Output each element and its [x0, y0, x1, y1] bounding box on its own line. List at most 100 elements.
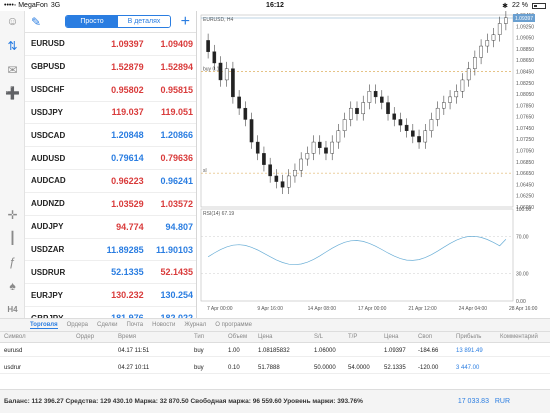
trade-row[interactable]: eurusd 04.17 11:51 buy 1.00 1.08185832 1.0600…: [0, 345, 550, 357]
details-view-button[interactable]: В деталях: [118, 16, 170, 27]
trade-cell-profit: 13 891.49: [456, 347, 483, 354]
quote-symbol: USDZAR: [31, 245, 65, 255]
candle-body: [404, 124, 409, 131]
quote-symbol: AUDUSD: [31, 153, 66, 163]
quote-bid: 1.03529: [111, 198, 144, 209]
quote-row[interactable]: EURJPY 130.232 130.254: [25, 284, 196, 308]
quote-bid: 0.96223: [111, 175, 144, 186]
candle-body: [330, 141, 334, 154]
candle-body: [355, 107, 359, 115]
rsi-label: RSI(14) 67.19: [203, 211, 234, 217]
price-tick-label: 1.06450: [516, 182, 534, 188]
balance-bar: Баланс: 112 396.27 Средства: 129 430.10 …: [0, 389, 550, 413]
column-header[interactable]: Тип: [194, 332, 204, 342]
quote-bid: 0.79614: [111, 153, 144, 164]
quotes-icon[interactable]: ⇅: [5, 39, 20, 54]
simple-view-button[interactable]: Просто: [66, 16, 118, 27]
candle-body: [473, 57, 477, 69]
crosshair-icon[interactable]: ✛: [5, 208, 20, 223]
quote-row[interactable]: USDRUR 52.1335 52.1435: [25, 261, 196, 285]
tab-6[interactable]: Журнал: [184, 322, 206, 328]
price-tick-label: 1.09050: [516, 36, 534, 42]
quote-row[interactable]: USDJPY 119.037 119.051: [25, 102, 196, 125]
column-header[interactable]: Цена: [384, 332, 398, 342]
tab-4[interactable]: Почта: [126, 322, 143, 328]
candle-body: [286, 175, 291, 188]
candle-body: [299, 158, 303, 171]
quote-row[interactable]: AUDJPY 94.774 94.807: [25, 216, 196, 239]
column-header[interactable]: Своп: [418, 332, 432, 342]
quote-row[interactable]: AUDNZD 1.03529 1.03572: [25, 193, 196, 216]
quote-row[interactable]: USDCHF 0.95802 0.95815: [25, 79, 196, 102]
tab-2[interactable]: Ордера: [67, 322, 88, 328]
candle-body: [249, 119, 254, 143]
column-header[interactable]: Прибыль: [456, 332, 481, 342]
column-header[interactable]: T/P: [348, 332, 357, 342]
candle-body: [293, 170, 297, 177]
quote-row[interactable]: GBPUSD 1.52879 1.52894: [25, 56, 196, 79]
last-price-tag-label: 1.09397: [515, 16, 533, 22]
quote-ask: 0.79636: [160, 153, 193, 164]
candle-body: [417, 136, 421, 143]
column-header[interactable]: Объем: [228, 332, 247, 342]
price-tick-label: 1.09250: [516, 24, 534, 30]
column-header[interactable]: S/L: [314, 332, 323, 342]
price-chart[interactable]: 1.094501.092501.090501.088501.086501.084…: [197, 11, 550, 318]
candle-body: [268, 164, 272, 177]
candle-body: [386, 102, 390, 115]
quote-symbol: USDCAD: [31, 130, 66, 140]
quote-bid: 1.52879: [111, 61, 144, 72]
tab-7[interactable]: О программе: [215, 322, 252, 328]
candle-body: [361, 102, 366, 115]
chart-area[interactable]: 1.094501.092501.090501.088501.086501.084…: [197, 11, 550, 318]
column-header[interactable]: Ордер: [76, 332, 94, 342]
trade-cell-symbol: eurusd: [4, 347, 23, 354]
candle-body: [392, 113, 397, 120]
objects-icon[interactable]: ♠: [5, 279, 20, 294]
balance-total: 17 033.83 RUR: [458, 398, 510, 405]
account-icon[interactable]: ☺: [5, 14, 20, 29]
trade-cell-time: 04.27 10:11: [118, 364, 150, 371]
quote-bid: 0.95802: [111, 84, 144, 95]
quote-row[interactable]: AUDUSD 0.79614 0.79636: [25, 147, 196, 171]
trade-row[interactable]: usdrur 04.27 10:11 buy 0.10 51.7888 50.0000 54…: [0, 362, 550, 374]
sl-level-label: sl: [203, 168, 207, 174]
indicators-icon[interactable]: ƒ: [5, 255, 20, 270]
tab-3[interactable]: Сделки: [97, 322, 117, 328]
trade-cell-profit: 3 447.00: [456, 364, 480, 371]
candle-body: [435, 107, 440, 120]
price-tick-label: 1.06650: [516, 171, 534, 177]
timeframe-icon[interactable]: H4: [5, 302, 20, 317]
price-tick-label: 1.08650: [516, 58, 534, 64]
trade-table-header: Символ Ордер Время Тип Объем Цена S/L T/P Цена Св…: [0, 331, 550, 343]
chat-icon[interactable]: ✉: [5, 63, 20, 78]
column-header[interactable]: Символ: [4, 332, 26, 342]
quote-symbol: GBPUSD: [31, 62, 66, 72]
tab-1[interactable]: Торговля: [30, 322, 58, 329]
add-symbol-icon[interactable]: +: [181, 13, 190, 30]
price-tick-label: 1.06850: [516, 160, 534, 166]
quote-row[interactable]: USDCAD 1.20848 1.20866: [25, 124, 196, 148]
trade-cell-cur_price: 1.09397: [384, 347, 406, 354]
price-tick-label: 1.06250: [516, 194, 534, 200]
edit-icon[interactable]: ✎: [31, 15, 51, 29]
quote-row[interactable]: AUDCAD 0.96223 0.96241: [25, 170, 196, 193]
quote-row[interactable]: EURUSD 1.09397 1.09409: [25, 33, 196, 56]
column-header[interactable]: Время: [118, 332, 136, 342]
quote-ask: 94.807: [165, 221, 193, 232]
candle-body: [218, 62, 223, 81]
tab-5[interactable]: Новости: [152, 322, 175, 328]
candles-icon[interactable]: ┃: [5, 231, 20, 246]
price-tick-label: 1.08050: [516, 92, 534, 98]
rsi-line: [207, 235, 507, 266]
candle-body: [317, 141, 322, 148]
bottom-tabs: Торговля Ордера Сделки Почта Новости Журнал О …: [0, 318, 550, 331]
quote-ask: 130.254: [160, 290, 193, 301]
column-header[interactable]: Цена: [258, 332, 272, 342]
column-header[interactable]: Комментарий: [500, 332, 538, 342]
quote-row[interactable]: USDZAR 11.89285 11.90103: [25, 239, 196, 262]
currency-label: RUR: [494, 398, 510, 405]
price-tick-label: 1.07250: [516, 137, 534, 143]
new-document-icon[interactable]: ➕: [5, 86, 20, 101]
status-bar: ••••◦ MegaFon 3G 16:12 ✱ 22 %: [0, 0, 550, 11]
